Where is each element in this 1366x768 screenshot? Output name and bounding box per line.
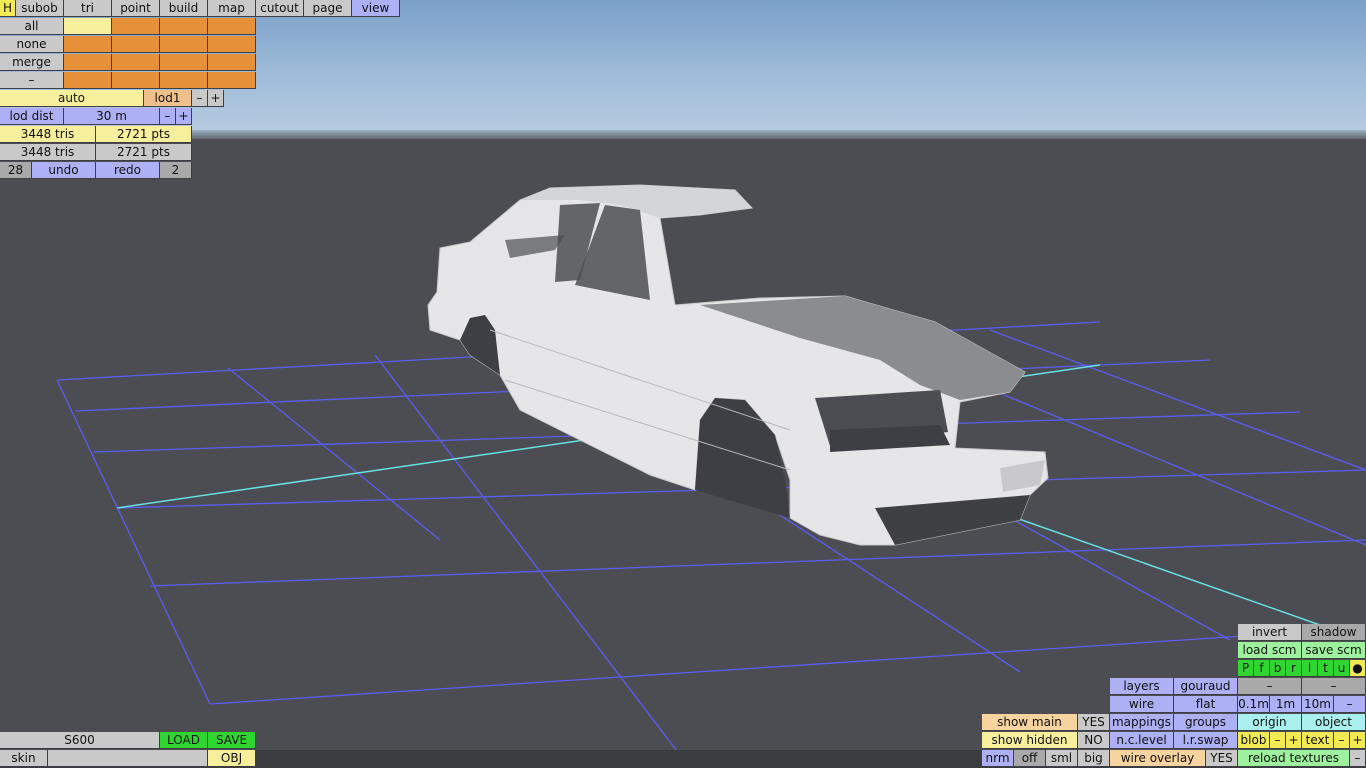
dash-button[interactable]: – bbox=[1238, 678, 1302, 695]
grid-cell[interactable] bbox=[208, 72, 256, 89]
grid-cell[interactable] bbox=[160, 36, 208, 53]
grid-cell[interactable] bbox=[112, 54, 160, 71]
flag-p-toggle[interactable]: P bbox=[1238, 660, 1254, 677]
skin-button[interactable]: skin bbox=[0, 750, 48, 767]
sml-button[interactable]: sml bbox=[1046, 750, 1078, 767]
origin-button[interactable]: origin bbox=[1238, 714, 1302, 731]
tab-subob[interactable]: subob bbox=[16, 0, 64, 17]
invert-button[interactable]: invert bbox=[1238, 624, 1302, 641]
off-button[interactable]: off bbox=[1014, 750, 1046, 767]
lod-dist-label: lod dist bbox=[0, 108, 64, 125]
show-main-button[interactable]: show main bbox=[982, 714, 1078, 731]
grid-cell[interactable] bbox=[208, 18, 256, 35]
object-button[interactable]: object bbox=[1302, 714, 1366, 731]
tab-point[interactable]: point bbox=[112, 0, 160, 17]
nc-level-button[interactable]: n.c.level bbox=[1110, 732, 1174, 749]
lr-swap-button[interactable]: l.r.swap bbox=[1174, 732, 1238, 749]
flag-b-toggle[interactable]: b bbox=[1270, 660, 1286, 677]
pts-count: 2721 pts bbox=[96, 126, 192, 143]
shadow-button[interactable]: shadow bbox=[1302, 624, 1366, 641]
select-none-button[interactable]: none bbox=[0, 36, 64, 53]
pts-count-total: 2721 pts bbox=[96, 144, 192, 161]
load-scm-button[interactable]: load scm bbox=[1238, 642, 1302, 659]
lod-dist-value[interactable]: 30 m bbox=[64, 108, 160, 125]
viewport-3d[interactable] bbox=[0, 0, 1366, 768]
lod-level-button[interactable]: lod1 bbox=[144, 90, 192, 107]
tab-build[interactable]: build bbox=[160, 0, 208, 17]
blob-minus-button[interactable]: – bbox=[1270, 732, 1286, 749]
wire-button[interactable]: wire bbox=[1110, 696, 1174, 713]
skin-field[interactable] bbox=[48, 750, 208, 767]
grid-cell[interactable] bbox=[112, 72, 160, 89]
grid-cell[interactable] bbox=[208, 36, 256, 53]
flag-u-toggle[interactable]: u bbox=[1334, 660, 1350, 677]
car-model bbox=[427, 184, 1049, 546]
save-scm-button[interactable]: save scm bbox=[1302, 642, 1366, 659]
grid-cell[interactable] bbox=[64, 72, 112, 89]
grid-cell[interactable] bbox=[160, 72, 208, 89]
obj-button[interactable]: OBJ bbox=[208, 750, 256, 767]
lod-dist-plus-button[interactable]: + bbox=[176, 108, 192, 125]
grid-cell[interactable] bbox=[112, 36, 160, 53]
lod-dist-minus-button[interactable]: – bbox=[160, 108, 176, 125]
step-1m-button[interactable]: 1m bbox=[1270, 696, 1302, 713]
wire-overlay-button[interactable]: wire overlay bbox=[1110, 750, 1206, 767]
flag-f-toggle[interactable]: f bbox=[1254, 660, 1270, 677]
groups-button[interactable]: groups bbox=[1174, 714, 1238, 731]
big-button[interactable]: big bbox=[1078, 750, 1110, 767]
minus-button[interactable]: – bbox=[0, 72, 64, 89]
redo-count: 2 bbox=[160, 162, 192, 179]
blob-plus-button[interactable]: + bbox=[1286, 732, 1302, 749]
gouraud-button[interactable]: gouraud bbox=[1174, 678, 1238, 695]
mappings-button[interactable]: mappings bbox=[1110, 714, 1174, 731]
step-minus-button[interactable]: – bbox=[1334, 696, 1366, 713]
text-plus-button[interactable]: + bbox=[1350, 732, 1366, 749]
redo-button[interactable]: redo bbox=[96, 162, 160, 179]
tab-map[interactable]: map bbox=[208, 0, 256, 17]
merge-button[interactable]: merge bbox=[0, 54, 64, 71]
blob-button[interactable]: blob bbox=[1238, 732, 1270, 749]
lod-plus-button[interactable]: + bbox=[208, 90, 224, 107]
flag-r-toggle[interactable]: r bbox=[1286, 660, 1302, 677]
lod-minus-button[interactable]: – bbox=[192, 90, 208, 107]
filename-field[interactable]: S600 bbox=[0, 732, 160, 749]
help-button[interactable]: H bbox=[0, 0, 16, 17]
reload-textures-button[interactable]: reload textures bbox=[1238, 750, 1350, 767]
undo-button[interactable]: undo bbox=[32, 162, 96, 179]
grid-cell[interactable] bbox=[160, 18, 208, 35]
grid-cell[interactable] bbox=[208, 54, 256, 71]
undo-count: 28 bbox=[0, 162, 32, 179]
text-button[interactable]: text bbox=[1302, 732, 1334, 749]
step-0-1m-button[interactable]: 0.1m bbox=[1238, 696, 1270, 713]
grid-cell[interactable] bbox=[64, 18, 112, 35]
flag-l-toggle[interactable]: l bbox=[1302, 660, 1318, 677]
tab-tri[interactable]: tri bbox=[64, 0, 112, 17]
text-minus-button[interactable]: – bbox=[1334, 732, 1350, 749]
nrm-button[interactable]: nrm bbox=[982, 750, 1014, 767]
lod-auto-button[interactable]: auto bbox=[0, 90, 144, 107]
wire-overlay-value[interactable]: YES bbox=[1206, 750, 1238, 767]
dash-button[interactable]: – bbox=[1302, 678, 1366, 695]
step-10m-button[interactable]: 10m bbox=[1302, 696, 1334, 713]
dot-icon[interactable]: ● bbox=[1350, 660, 1366, 677]
show-main-value[interactable]: YES bbox=[1078, 714, 1110, 731]
tab-cutout[interactable]: cutout bbox=[256, 0, 304, 17]
layers-button[interactable]: layers bbox=[1110, 678, 1174, 695]
tris-count-total: 3448 tris bbox=[0, 144, 96, 161]
reload-minus-button[interactable]: – bbox=[1350, 750, 1366, 767]
grid-cell[interactable] bbox=[112, 18, 160, 35]
grid-cell[interactable] bbox=[64, 36, 112, 53]
flag-t-toggle[interactable]: t bbox=[1318, 660, 1334, 677]
show-hidden-button[interactable]: show hidden bbox=[982, 732, 1078, 749]
flat-button[interactable]: flat bbox=[1174, 696, 1238, 713]
tris-count: 3448 tris bbox=[0, 126, 96, 143]
save-button[interactable]: SAVE bbox=[208, 732, 256, 749]
tab-view[interactable]: view bbox=[352, 0, 400, 17]
tab-page[interactable]: page bbox=[304, 0, 352, 17]
select-all-button[interactable]: all bbox=[0, 18, 64, 35]
load-button[interactable]: LOAD bbox=[160, 732, 208, 749]
show-hidden-value[interactable]: NO bbox=[1078, 732, 1110, 749]
grid-cell[interactable] bbox=[64, 54, 112, 71]
grid-cell[interactable] bbox=[160, 54, 208, 71]
